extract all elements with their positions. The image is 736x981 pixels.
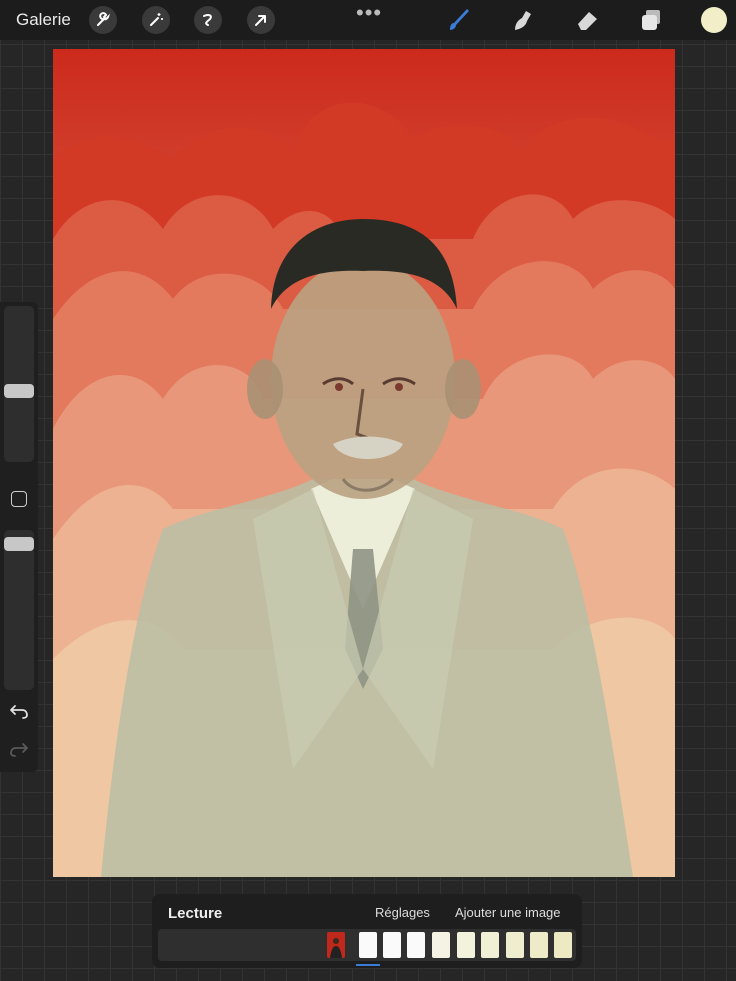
- artwork-illustration: [53, 102, 675, 877]
- settings-button[interactable]: Réglages: [375, 905, 430, 920]
- color-picker-swatch[interactable]: [701, 7, 727, 33]
- opacity-slider[interactable]: [4, 530, 34, 690]
- frame-timeline[interactable]: [158, 929, 576, 961]
- frame-thumbnail[interactable]: [383, 932, 401, 958]
- gallery-button[interactable]: Galerie: [16, 10, 71, 30]
- eyedropper-modifier-button[interactable]: [11, 491, 27, 507]
- frame-thumbnail[interactable]: [457, 932, 475, 958]
- left-sidebar: [0, 302, 38, 772]
- drawing-canvas[interactable]: [53, 49, 675, 877]
- eraser-icon[interactable]: [573, 6, 601, 34]
- brush-size-handle[interactable]: [4, 384, 34, 398]
- top-toolbar: Galerie •••: [0, 0, 736, 40]
- magic-wand-icon[interactable]: [142, 6, 170, 34]
- wrench-icon[interactable]: [89, 6, 117, 34]
- frame-thumbnail[interactable]: [506, 932, 524, 958]
- move-arrow-icon[interactable]: [247, 6, 275, 34]
- frame-thumbnail[interactable]: [327, 932, 345, 958]
- opacity-handle[interactable]: [4, 537, 34, 551]
- redo-icon[interactable]: [9, 740, 29, 763]
- frame-thumbnail[interactable]: [481, 932, 499, 958]
- undo-icon[interactable]: [9, 702, 29, 725]
- frame-thumbnail[interactable]: [554, 932, 572, 958]
- layers-icon[interactable]: [637, 6, 665, 34]
- more-options-button[interactable]: •••: [356, 0, 382, 26]
- frame-thumbnail[interactable]: [359, 932, 377, 958]
- frame-thumbnail[interactable]: [432, 932, 450, 958]
- selection-icon[interactable]: [194, 6, 222, 34]
- smudge-icon[interactable]: [509, 6, 537, 34]
- frame-thumbnail[interactable]: [407, 932, 425, 958]
- play-button[interactable]: Lecture: [168, 905, 222, 922]
- add-frame-button[interactable]: Ajouter une image: [455, 905, 561, 920]
- frame-thumbnail[interactable]: [530, 932, 548, 958]
- brush-icon[interactable]: [445, 6, 473, 34]
- animation-panel: Lecture Réglages Ajouter une image: [152, 894, 582, 968]
- current-frame-indicator: [356, 964, 380, 966]
